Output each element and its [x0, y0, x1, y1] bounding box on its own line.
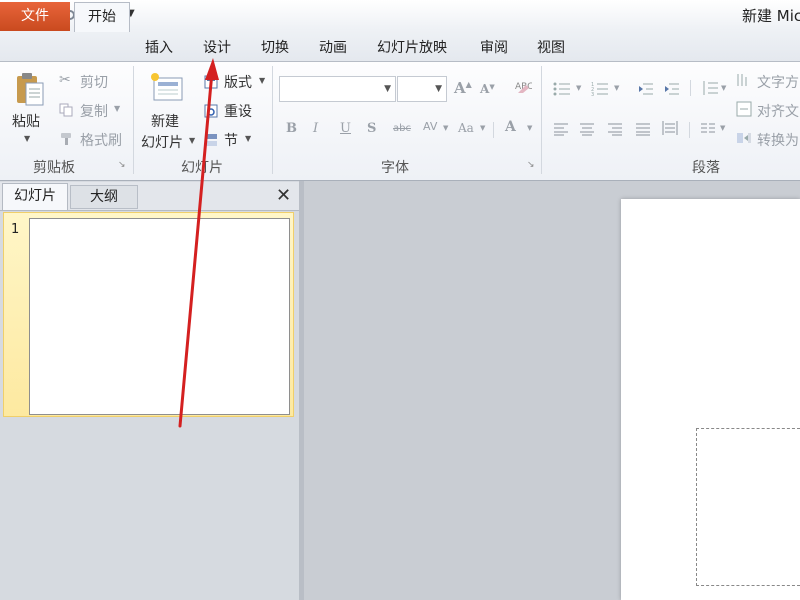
annotation-arrow	[178, 58, 219, 428]
